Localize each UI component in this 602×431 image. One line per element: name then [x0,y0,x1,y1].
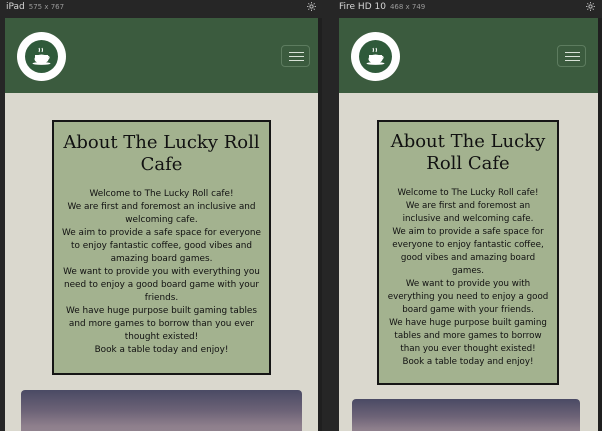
about-line: good vibes and amazing board [400,253,536,263]
about-line: Welcome to The Lucky Roll cafe! [89,189,234,199]
about-line: Book a table today and enjoy! [402,357,534,367]
device-label-ipad: iPad 575 x 767 [6,2,64,12]
about-text: Welcome to The Lucky Roll cafe! We are f… [62,188,261,357]
about-line: tables and more games to borrow [394,331,542,341]
device-dimensions: 468 x 749 [389,3,426,11]
scrollbar[interactable] [318,18,322,431]
about-line: need to enjoy a good board game with you… [63,280,260,290]
scrollbar[interactable] [598,18,602,431]
about-line: inclusive and welcoming cafe. [402,214,534,224]
navbar [5,18,318,93]
about-section: About The Lucky Roll Cafe Welcome to The… [52,120,271,375]
about-section: About The Lucky Roll Cafe Welcome to The… [377,120,559,385]
coffee-cup-icon [359,40,392,73]
about-text: Welcome to The Lucky Roll cafe! We are f… [385,187,551,369]
about-line: and more games to borrow than you ever [68,319,255,329]
about-line: Book a table today and enjoy! [94,345,229,355]
about-line: We are first and foremost an [405,201,531,211]
hamburger-menu-button[interactable] [281,45,310,67]
hero-photo [21,390,302,431]
about-line: Welcome to The Lucky Roll cafe! [397,188,539,198]
about-line: welcoming cafe. [125,215,198,225]
gear-icon[interactable] [585,1,596,12]
device-viewport-ipad: About The Lucky Roll Cafe Welcome to The… [5,18,318,431]
about-line: board game with your friends. [402,305,534,315]
device-label-fire-hd: Fire HD 10 468 x 749 [339,2,425,12]
about-line: everyone to enjoy fantastic coffee, [392,240,544,250]
gear-icon[interactable] [306,1,317,12]
about-line: We aim to provide a safe space for [392,227,544,237]
about-line: We are first and foremost an inclusive a… [67,202,256,212]
about-line: games. [452,266,484,276]
about-line: We have huge purpose built gaming tables [65,306,258,316]
device-name: iPad [6,2,25,12]
about-line: than you ever thought existed! [400,344,536,354]
navbar [339,18,598,93]
about-line: We have huge purpose built gaming [389,318,547,328]
about-line: thought existed! [124,332,199,342]
about-line: to enjoy fantastic coffee, good vibes an… [70,241,253,251]
about-title: About The Lucky Roll Cafe [63,132,260,175]
about-line: We aim to provide a safe space for every… [62,228,261,238]
device-dimensions: 575 x 767 [28,3,65,11]
coffee-cup-icon [25,40,58,73]
cafe-logo[interactable] [17,32,66,81]
hero-photo [352,399,580,431]
about-line: amazing board games. [110,254,213,264]
device-viewport-fire-hd: About The Lucky Roll Cafe Welcome to The… [339,18,598,431]
responsive-preview: iPad 575 x 767 Fire HD 10 468 x 749 About … [0,0,602,431]
hamburger-menu-button[interactable] [557,45,586,67]
about-title: About The Lucky Roll Cafe [390,131,546,174]
about-line: friends. [144,293,179,303]
about-line: We want to provide you with [405,279,531,289]
hamburger-icon [289,52,304,54]
device-name: Fire HD 10 [339,2,386,12]
about-line: We want to provide you with everything y… [63,267,260,277]
about-line: everything you need to enjoy a good [387,292,549,302]
cafe-logo[interactable] [351,32,400,81]
hamburger-icon [565,52,580,54]
